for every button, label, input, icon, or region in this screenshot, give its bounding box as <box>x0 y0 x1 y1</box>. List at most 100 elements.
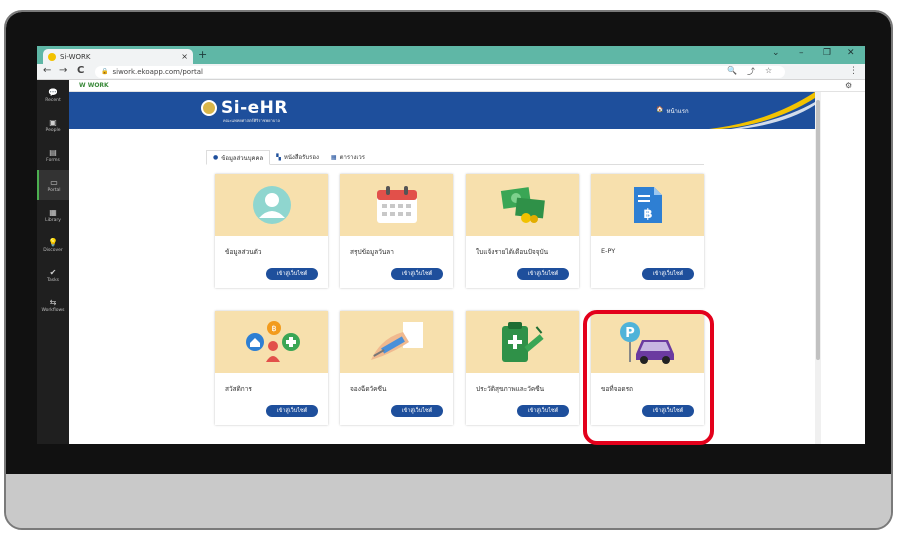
url-text: siwork.ekoapp.com/portal <box>112 68 203 76</box>
card-leave-summary: สรุปข้อมูลวันลา เข้าสู่เว็บไซต์ <box>340 174 453 288</box>
si-ehr-banner: Si-eHR คณะแพทยศาสตร์ศิริราชพยาบาล 🏠 หน้า… <box>69 92 815 129</box>
browser-window: Si-WORK × + ⌄ – ❐ ✕ ← → C 🔒 siwork.ekoap… <box>37 46 865 444</box>
card-label: ข้อมูลส่วนตัว <box>225 248 262 256</box>
enter-website-button[interactable]: เข้าสู่เว็บไซต์ <box>642 268 694 280</box>
sidebar-item-label: Workflows <box>41 307 65 313</box>
app-sidebar: 💬 Recent ▣ People ▤ Forms ▭ Portal ▦ Lib… <box>37 80 69 444</box>
card-vaccine-booking: จองฉีดวัคซีน เข้าสู่เว็บไซต์ <box>340 311 453 425</box>
sidebar-item-label: Portal <box>47 187 61 193</box>
user-profile-icon <box>252 186 291 224</box>
gear-icon[interactable]: ⚙ <box>845 81 852 90</box>
tab-label: ตารางเวร <box>339 154 366 161</box>
sidebar-item-label: People <box>45 127 61 133</box>
close-window-icon[interactable]: ✕ <box>847 48 855 58</box>
laptop-frame: Si-WORK × + ⌄ – ❐ ✕ ← → C 🔒 siwork.ekoap… <box>4 10 893 530</box>
sidebar-item-library[interactable]: ▦ Library <box>37 200 69 230</box>
browser-menu-icon[interactable]: ⋮ <box>849 66 858 76</box>
sidebar-item-forms[interactable]: ▤ Forms <box>37 140 69 170</box>
enter-website-button[interactable]: เข้าสู่เว็บไซต์ <box>391 268 443 280</box>
documents-icon: ▚ <box>276 153 281 161</box>
sidebar-item-label: Tasks <box>46 277 60 283</box>
table-icon: ▦ <box>330 153 337 161</box>
tab-personal-info[interactable]: ● ข้อมูลส่วนบุคคล <box>206 150 271 165</box>
enter-website-button[interactable]: เข้าสู่เว็บไซต์ <box>266 268 318 280</box>
discover-icon: 💡 <box>48 237 58 247</box>
tab-label: ข้อมูลส่วนบุคคล <box>221 154 264 162</box>
banner-subtitle: คณะแพทยศาสตร์ศิริราชพยาบาล <box>223 118 280 123</box>
work-logo: W WORK <box>79 82 109 89</box>
banner-title: Si-eHR <box>221 98 288 118</box>
card-label: ประวัติสุขภาพและวัคซีน <box>476 385 545 393</box>
reload-icon[interactable]: C <box>77 65 84 76</box>
workflow-icon: ⇆ <box>49 297 57 307</box>
close-tab-icon[interactable]: × <box>181 52 193 61</box>
siriraj-seal-icon <box>201 100 217 116</box>
home-link[interactable]: 🏠 หน้าแรก <box>656 106 689 116</box>
user-circle-icon: ● <box>213 154 219 161</box>
card-label: จองฉีดวัคซีน <box>350 385 387 393</box>
parking-card-highlight <box>583 310 714 445</box>
url-field[interactable]: 🔒 siwork.ekoapp.com/portal <box>95 66 785 78</box>
siwork-favicon-icon <box>48 52 56 61</box>
sidebar-item-recent[interactable]: 💬 Recent <box>37 80 69 110</box>
address-bar: ← → C 🔒 siwork.ekoapp.com/portal 🔍 ⤴ ☆ ⋮ <box>37 64 865 80</box>
enter-website-button[interactable]: เข้าสู่เว็บไซต์ <box>266 405 318 417</box>
svg-text:฿: ฿ <box>643 207 652 222</box>
card-health-record: ประวัติสุขภาพและวัคซีน เข้าสู่เว็บไซต์ <box>466 311 579 425</box>
sidebar-item-tasks[interactable]: ✔ Tasks <box>37 260 69 290</box>
zoom-icon[interactable]: 🔍 <box>727 66 737 77</box>
card-label: ใบแจ้งรายได้เดือนปัจจุบัน <box>476 248 549 256</box>
lock-icon: 🔒 <box>101 68 109 75</box>
browser-tab-title: Si-WORK <box>60 52 91 61</box>
people-icon: ▣ <box>49 117 57 127</box>
forward-icon[interactable]: → <box>59 65 67 76</box>
card-label: สวัสดิการ <box>225 385 252 393</box>
share-icon[interactable]: ⤴ <box>747 66 755 77</box>
maximize-icon[interactable]: ❐ <box>823 48 831 58</box>
sidebar-item-label: Recent <box>45 97 61 103</box>
enter-website-button[interactable]: เข้าสู่เว็บไซต์ <box>517 268 569 280</box>
tab-search-icon[interactable]: ⌄ <box>772 48 780 58</box>
enter-website-button[interactable]: เข้าสู่เว็บไซต์ <box>517 405 569 417</box>
sidebar-item-label: Forms <box>46 157 60 163</box>
app-header: W WORK ⚙ <box>69 80 865 92</box>
sidebar-item-workflows[interactable]: ⇆ Workflows <box>37 290 69 320</box>
page-scrollbar[interactable] <box>815 92 821 444</box>
sidebar-item-portal[interactable]: ▭ Portal <box>37 170 69 200</box>
url-actions: 🔍 ⤴ ☆ <box>727 66 772 77</box>
scrollbar-thumb[interactable] <box>816 100 820 360</box>
library-icon: ▦ <box>49 207 57 217</box>
home-icon: 🏠 <box>656 106 664 113</box>
bookmark-star-icon[interactable]: ☆ <box>765 66 772 77</box>
sidebar-item-discover[interactable]: 💡 Discover <box>37 230 69 260</box>
tab-shift-schedule[interactable]: ▦ ตารางเวร <box>325 150 371 164</box>
card-personal-info: ข้อมูลส่วนตัว เข้าสู่เว็บไซต์ <box>215 174 328 288</box>
welfare-icon: ฿ <box>245 321 300 362</box>
calendar-icon <box>376 186 417 223</box>
tab-certificates[interactable]: ▚ หนังสือรับรอง <box>270 150 325 164</box>
browser-tab[interactable]: Si-WORK × <box>43 49 193 64</box>
card-income-statement: ใบแจ้งรายได้เดือนปัจจุบัน เข้าสู่เว็บไซต… <box>466 174 579 288</box>
portal-icon: ▭ <box>50 177 58 187</box>
home-label: หน้าแรก <box>666 108 689 115</box>
new-tab-icon[interactable]: + <box>198 48 207 61</box>
tab-label: หนังสือรับรอง <box>283 154 319 161</box>
baht-document-icon: ฿ <box>633 187 662 223</box>
money-icon <box>500 187 545 223</box>
task-icon: ✔ <box>49 267 57 277</box>
svg-text:฿: ฿ <box>271 324 276 333</box>
sidebar-item-people[interactable]: ▣ People <box>37 110 69 140</box>
sidebar-item-label: Library <box>45 217 61 223</box>
back-icon[interactable]: ← <box>43 65 51 76</box>
vaccine-icon <box>370 322 423 360</box>
chat-icon: 💬 <box>48 87 58 97</box>
browser-tab-bar: Si-WORK × + ⌄ – ❐ ✕ <box>37 46 865 64</box>
minimize-icon[interactable]: – <box>799 48 804 58</box>
form-icon: ▤ <box>49 147 57 157</box>
enter-website-button[interactable]: เข้าสู่เว็บไซต์ <box>391 405 443 417</box>
card-welfare: ฿ สวัสดิการ เข้าสู่เว็บไซต์ <box>215 311 328 425</box>
portal-content: Si-eHR คณะแพทยศาสตร์ศิริราชพยาบาล 🏠 หน้า… <box>69 92 865 444</box>
card-e-py: ฿ E-PY เข้าสู่เว็บไซต์ <box>591 174 704 288</box>
portal-tabs: ● ข้อมูลส่วนบุคคล ▚ หนังสือรับรอง ▦ ตารา… <box>206 150 704 165</box>
si-ehr-logo: Si-eHR <box>201 98 288 118</box>
